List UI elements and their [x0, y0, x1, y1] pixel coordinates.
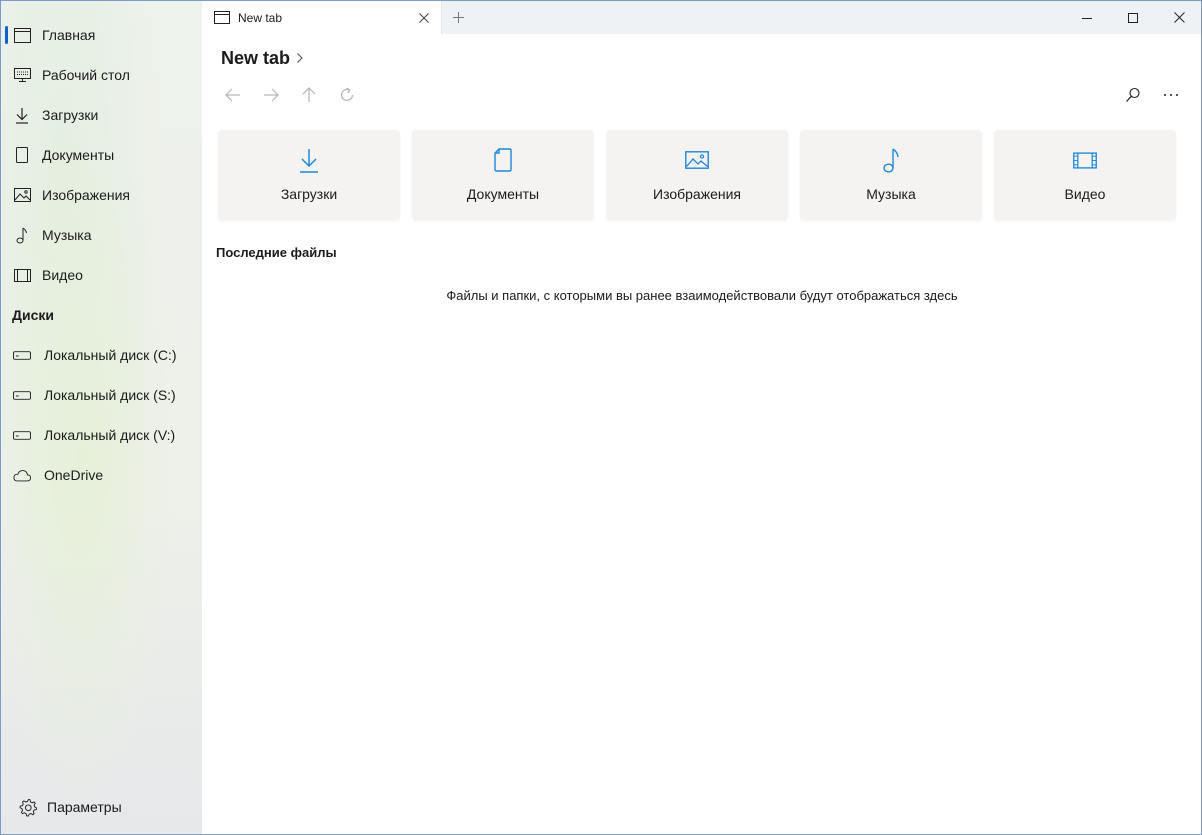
quick-card-documents[interactable]: Документы [412, 130, 594, 220]
sidebar-item-onedrive[interactable]: OneDrive [1, 457, 201, 493]
drive-icon [13, 426, 31, 444]
refresh-icon[interactable] [336, 84, 358, 106]
film-icon [1073, 147, 1097, 173]
sidebar-item-video[interactable]: Видео [1, 257, 201, 293]
sidebar-item-downloads[interactable]: Загрузки [1, 97, 201, 133]
sidebar-item-home[interactable]: Главная [1, 17, 201, 53]
recent-files-empty-message: Файлы и папки, с которыми вы ранее взаим… [446, 288, 958, 303]
sidebar-item-desktop[interactable]: Рабочий стол [1, 57, 201, 93]
sidebar-item-label: Видео [42, 267, 83, 283]
sidebar-item-drive-v[interactable]: Локальный диск (V:) [1, 417, 201, 453]
recent-files-title: Последние файлы [216, 245, 337, 260]
maximize-icon[interactable] [1110, 1, 1156, 34]
sidebar-item-label: Музыка [42, 227, 92, 243]
sidebar-item-music[interactable]: Музыка [1, 217, 201, 253]
search-icon[interactable] [1122, 84, 1144, 106]
sidebar-item-label: Изображения [42, 187, 130, 203]
documents-icon [13, 146, 31, 164]
quick-card-label: Документы [466, 186, 540, 202]
tab-label: New tab [238, 11, 283, 25]
settings-label: Параметры [47, 799, 122, 815]
drives-section-header: Диски [12, 307, 54, 323]
sidebar-item-label: Локальный диск (S:) [44, 387, 176, 403]
sidebar-item-label: Главная [42, 27, 96, 43]
quick-card-label: Музыка [866, 186, 916, 202]
pictures-icon [13, 186, 31, 204]
files-app-window: Главная Рабочий стол Загрузки Документы [0, 0, 1202, 835]
music-note-icon [879, 147, 903, 173]
quick-card-label: Загрузки [280, 186, 338, 202]
sidebar-item-label: Рабочий стол [42, 67, 130, 83]
document-icon [491, 147, 515, 173]
main-content: New tab Загрузки Документы Изображения М… [202, 34, 1201, 834]
sidebar: Главная Рабочий стол Загрузки Документы [1, 1, 202, 834]
page-title: New tab [221, 48, 291, 68]
quick-card-label: Видео [1064, 186, 1106, 202]
video-icon [13, 266, 31, 284]
downloads-icon [13, 106, 31, 124]
sidebar-item-label: Документы [42, 147, 115, 163]
sidebar-item-label: Локальный диск (V:) [44, 427, 176, 443]
more-options-icon[interactable] [1160, 84, 1182, 106]
image-icon [685, 147, 709, 173]
music-icon [13, 226, 31, 244]
gear-icon [18, 797, 38, 817]
home-icon [13, 26, 31, 44]
chevron-right-icon[interactable] [296, 52, 308, 66]
quick-card-pictures[interactable]: Изображения [606, 130, 788, 220]
sidebar-item-label: OneDrive [44, 467, 104, 483]
desktop-icon [13, 66, 31, 84]
drive-icon [13, 386, 31, 404]
sidebar-item-label: Локальный диск (C:) [44, 347, 177, 363]
settings-button[interactable]: Параметры [1, 789, 201, 825]
sidebar-item-documents[interactable]: Документы [1, 137, 201, 173]
back-arrow-icon[interactable] [222, 84, 244, 106]
quick-card-video[interactable]: Видео [994, 130, 1176, 220]
close-tab-icon[interactable] [416, 10, 432, 26]
forward-arrow-icon[interactable] [260, 84, 282, 106]
tab-new-tab[interactable]: New tab [202, 1, 442, 35]
close-window-icon[interactable] [1156, 1, 1201, 34]
minimize-icon[interactable] [1064, 1, 1110, 34]
sidebar-item-pictures[interactable]: Изображения [1, 177, 201, 213]
cloud-icon [13, 466, 31, 484]
drive-icon [13, 346, 31, 364]
quick-card-music[interactable]: Музыка [800, 130, 982, 220]
title-bar: New tab [202, 1, 1201, 35]
sidebar-item-label: Загрузки [42, 107, 99, 123]
up-arrow-icon[interactable] [298, 84, 320, 106]
quick-card-downloads[interactable]: Загрузки [218, 130, 400, 220]
quick-card-label: Изображения [653, 186, 741, 202]
sidebar-item-drive-c[interactable]: Локальный диск (C:) [1, 337, 201, 373]
add-tab-icon[interactable] [450, 9, 466, 25]
sidebar-item-drive-s[interactable]: Локальный диск (S:) [1, 377, 201, 413]
download-arrow-icon [297, 147, 321, 173]
tab-window-icon [214, 11, 230, 24]
